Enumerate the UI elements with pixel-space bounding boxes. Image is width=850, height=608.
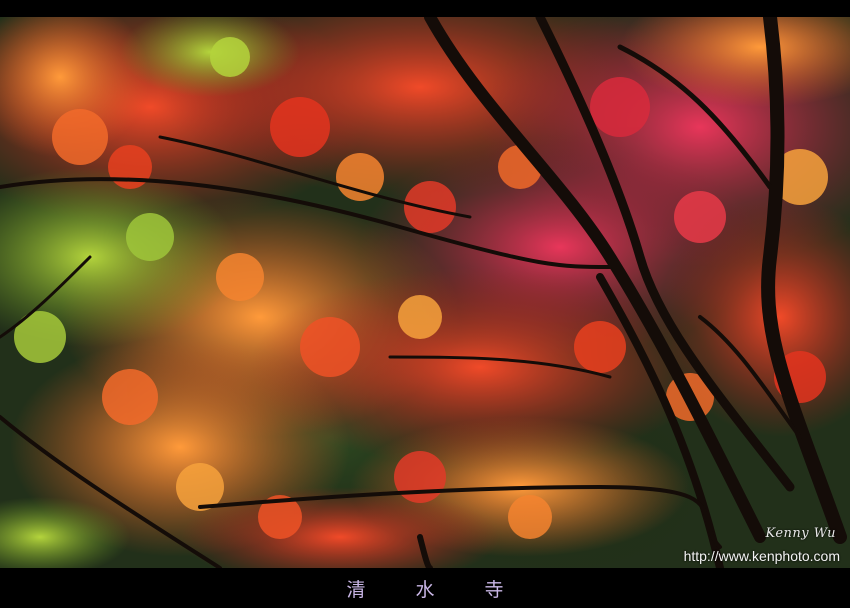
maple-scene	[0, 17, 850, 568]
photo-frame: Kenny Wu http://www.kenphoto.com 清 水 寺	[0, 0, 850, 608]
photographer-url: http://www.kenphoto.com	[683, 548, 840, 564]
photographer-signature: Kenny Wu	[765, 526, 836, 541]
photo-caption: 清 水 寺	[346, 579, 526, 601]
maple-photo	[0, 17, 850, 568]
